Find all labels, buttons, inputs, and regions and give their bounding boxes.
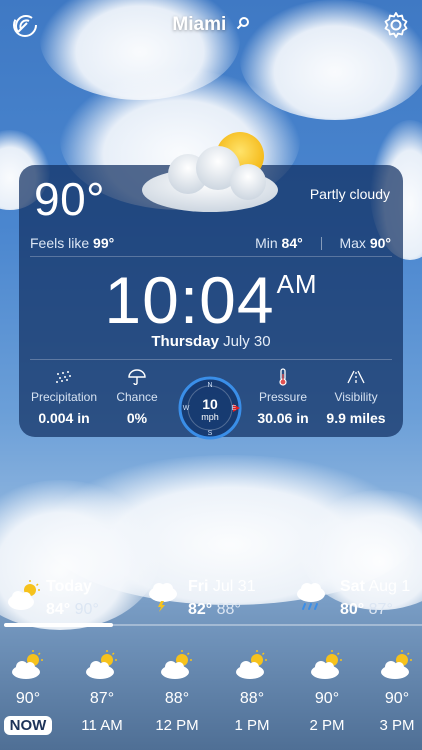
chance-stat[interactable]: Chance 0% [97, 368, 177, 426]
hour-label: 1 PM [234, 717, 270, 734]
pressure-label: Pressure [258, 390, 308, 404]
day-date: Jul 31 [212, 578, 256, 595]
search-icon [236, 14, 250, 36]
min-max: Min 84° Max 90° [255, 235, 391, 251]
weekday: Thursday [151, 333, 219, 350]
day-name: Today [46, 578, 92, 595]
hour-temp: 90° [384, 690, 410, 707]
clock-time: 10:04 [104, 263, 275, 337]
daily-scrollbar[interactable] [4, 623, 422, 627]
partly-cloudy-illustration [140, 132, 285, 217]
hour-temp: 90° [15, 690, 41, 707]
partly-cloudy-icon [6, 580, 42, 617]
precipitation-icon [24, 368, 104, 386]
hour-label: 2 PM [309, 717, 345, 734]
umbrella-icon [97, 368, 177, 386]
rain-icon [294, 580, 330, 617]
partly-cloudy-icon [362, 644, 422, 680]
feels-like: Feels like 99° [30, 235, 114, 251]
current-temperature: 90° [34, 173, 106, 225]
condition-text: Partly cloudy [309, 186, 390, 202]
visibility-label: Visibility [334, 390, 378, 404]
day-item-fri[interactable]: Fri Jul 31 82° 88° [146, 572, 276, 628]
clock-ampm: AM [276, 269, 318, 299]
pressure-value: 30.06 in [257, 410, 309, 426]
feels-like-value: 99° [93, 235, 115, 251]
day-item-sat[interactable]: Sat Aug 1 80° 87° [294, 572, 422, 628]
partly-cloudy-icon [142, 644, 212, 680]
day-lo: 90° [74, 601, 99, 618]
day-lo: 88° [216, 601, 241, 618]
partly-cloudy-icon [292, 644, 362, 680]
divider [30, 359, 392, 360]
gear-icon[interactable] [382, 11, 410, 39]
wind-unit: mph [201, 412, 219, 422]
day-date: Aug 1 [368, 578, 411, 595]
min-value: 84° [281, 235, 303, 251]
day-hi: 84° [46, 601, 71, 618]
divider [320, 237, 322, 250]
hour-item[interactable]: 90° 2 PM [292, 638, 362, 735]
divider [30, 256, 392, 257]
partly-cloudy-icon [217, 644, 287, 680]
wind-speed: 10 [202, 396, 218, 412]
thunderstorm-icon [146, 580, 182, 617]
precipitation-stat[interactable]: Precipitation 0.004 in [24, 368, 104, 426]
compass-n: N [207, 382, 212, 389]
hour-temp: 88° [164, 690, 190, 707]
partly-cloudy-icon [67, 644, 137, 680]
road-icon [316, 368, 396, 386]
hour-item[interactable]: 88° 1 PM [217, 638, 287, 735]
feels-like-label: Feels like [30, 235, 90, 251]
max-value: 90° [369, 235, 391, 251]
hour-label: 12 PM [155, 717, 199, 734]
day-name: Fri [188, 578, 209, 595]
city-selector[interactable]: Miami [0, 14, 422, 36]
hour-label: 11 AM [81, 717, 123, 734]
pressure-stat[interactable]: Pressure 30.06 in [243, 368, 323, 426]
date-text: July 30 [223, 333, 271, 350]
chance-value: 0% [126, 410, 148, 426]
hour-label-now: NOW [3, 716, 53, 735]
day-hi: 82° [188, 601, 213, 618]
hour-label: 3 PM [379, 717, 415, 734]
city-name: Miami [172, 14, 227, 36]
hour-temp: 90° [314, 690, 340, 707]
day-item-today[interactable]: Today 84° 90° [6, 572, 136, 628]
day-name: Sat [340, 578, 365, 595]
clock: 10:04AM [0, 262, 422, 338]
hour-item[interactable]: 90° 3 PM [362, 638, 422, 735]
hour-item[interactable]: 90° NOW [0, 638, 63, 735]
visibility-stat[interactable]: Visibility 9.9 miles [316, 368, 396, 426]
precipitation-label: Precipitation [30, 390, 98, 404]
date-line: Thursday July 30 [0, 333, 422, 350]
max-label: Max [339, 235, 366, 251]
hour-temp: 87° [89, 690, 115, 707]
top-bar: Miami [0, 0, 422, 50]
hour-item[interactable]: 88° 12 PM [142, 638, 212, 735]
hour-item[interactable]: 87° 11 AM [67, 638, 137, 735]
precipitation-value: 0.004 in [38, 410, 90, 426]
day-hi: 80° [340, 601, 365, 618]
scrollbar-thumb[interactable] [4, 623, 113, 627]
hour-temp: 88° [239, 690, 265, 707]
day-lo: 87° [368, 601, 393, 618]
min-label: Min [255, 235, 278, 251]
hourly-forecast[interactable]: 90° NOW 87° 11 AM 88° 12 PM 88° 1 PM 90°… [0, 638, 422, 750]
chance-label: Chance [116, 390, 158, 404]
compass-s: S [208, 430, 213, 437]
partly-cloudy-icon [0, 644, 63, 680]
thermometer-icon [243, 368, 323, 386]
visibility-value: 9.9 miles [326, 410, 386, 426]
